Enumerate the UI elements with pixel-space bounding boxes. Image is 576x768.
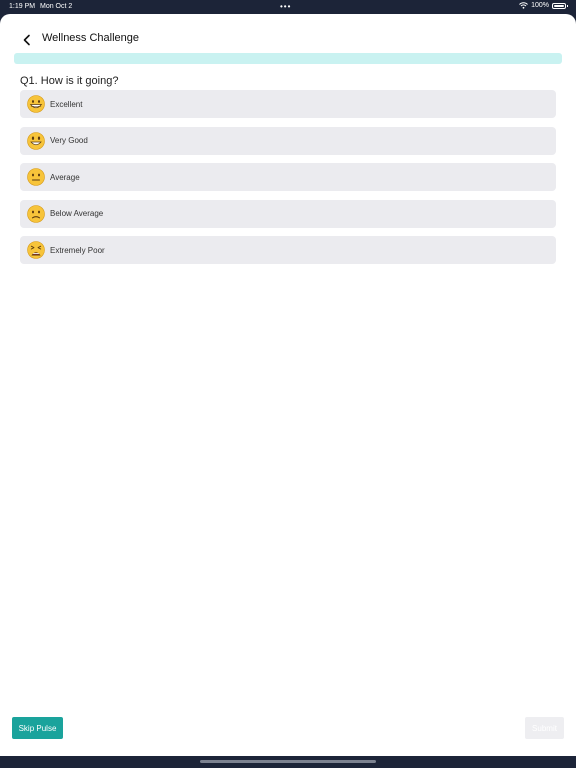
option-label: Very Good bbox=[50, 136, 88, 145]
option-label: Below Average bbox=[50, 209, 104, 218]
option-label: Average bbox=[50, 172, 80, 182]
smiling-face-icon bbox=[27, 131, 45, 150]
wifi-icon bbox=[519, 2, 528, 9]
skip-pulse-button[interactable]: Skip Pulse bbox=[12, 717, 63, 739]
home-indicator[interactable] bbox=[200, 760, 376, 763]
option-excellent[interactable]: Excellent bbox=[20, 90, 556, 118]
nav-header: Wellness Challenge bbox=[0, 29, 576, 49]
page-title: Wellness Challenge bbox=[42, 32, 140, 44]
option-extremely-poor[interactable]: Extremely Poor bbox=[20, 236, 556, 264]
status-time: 1:19 PM bbox=[9, 3, 36, 10]
question-text: Q1. How is it going? bbox=[20, 75, 119, 87]
status-bar: 1:19 PM Mon Oct 2 ••• 100% bbox=[0, 0, 576, 14]
tired-face-icon bbox=[27, 241, 45, 259]
answer-options: Excellent Very Good Average Below Averag… bbox=[20, 90, 556, 273]
battery-percent: 100% bbox=[531, 2, 549, 9]
status-date: Mon Oct 2 bbox=[40, 3, 73, 10]
grinning-face-icon bbox=[27, 95, 45, 113]
submit-button[interactable]: Submit bbox=[525, 717, 564, 739]
slightly-frowning-face-icon bbox=[27, 204, 45, 223]
option-below-average[interactable]: Below Average bbox=[20, 199, 556, 228]
neutral-face-icon bbox=[27, 168, 45, 186]
option-label: Excellent bbox=[50, 99, 83, 109]
chevron-left-icon[interactable] bbox=[21, 33, 33, 46]
battery-icon bbox=[552, 2, 568, 9]
option-very-good[interactable]: Very Good bbox=[20, 126, 556, 155]
option-label: Extremely Poor bbox=[50, 245, 105, 255]
option-average[interactable]: Average bbox=[20, 163, 556, 191]
progress-bar bbox=[14, 53, 562, 64]
status-right: 100% bbox=[519, 2, 568, 9]
multitasking-dots[interactable]: ••• bbox=[280, 3, 291, 11]
survey-sheet: Wellness Challenge Q1. How is it going? … bbox=[0, 14, 576, 756]
